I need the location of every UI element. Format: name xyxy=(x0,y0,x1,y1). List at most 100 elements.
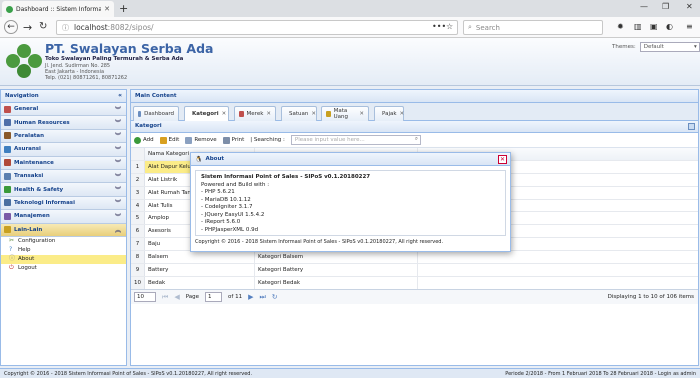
print-icon xyxy=(222,136,230,144)
main-tabs: Dashboard Kategori ✕ Merek ✕ Satuan ✕ Mata Uang… xyxy=(131,103,698,121)
subitem-icon: ⓘ xyxy=(9,255,16,263)
page-actions-icon[interactable]: ••• xyxy=(432,22,446,31)
sidebar-section-maintenance[interactable]: Maintenance ︾ xyxy=(1,156,126,170)
tab-merek[interactable]: Merek ✕ xyxy=(234,106,276,121)
section-label: General xyxy=(14,106,39,113)
refresh-icon[interactable]: ↻ xyxy=(272,293,278,301)
edit-pencil-icon xyxy=(159,136,167,144)
collapse-sidebar-icon[interactable]: « xyxy=(118,92,122,99)
menu-icon[interactable]: ≡ xyxy=(686,22,693,31)
row-number: 3 xyxy=(131,186,145,199)
tab-mata-uang[interactable]: Mata Uang ✕ xyxy=(321,106,369,121)
tab-satuan[interactable]: Satuan ✕ xyxy=(281,106,317,121)
bookmark-star-icon[interactable]: ☆ xyxy=(446,22,453,31)
tab-label: Pajak xyxy=(382,111,397,117)
minimize-icon[interactable]: — xyxy=(640,2,648,11)
close-tab-icon[interactable]: ✕ xyxy=(311,111,316,117)
table-row[interactable]: 10 Bedak Kategori Bedak xyxy=(131,276,698,290)
library-icon[interactable]: ▥ xyxy=(634,22,642,31)
company-name: PT. Swalayan Serba Ada xyxy=(45,41,214,56)
page-number-input[interactable]: 1 xyxy=(205,292,223,302)
section-icon xyxy=(4,186,11,194)
sidebar-subitem-logout[interactable]: ⏻ Logout xyxy=(1,264,126,273)
tab-pajak[interactable]: Pajak ✕ xyxy=(374,106,404,121)
url-bar[interactable]: ⓘ localhost:8082/sipos/ xyxy=(56,20,458,35)
close-tab-icon[interactable]: ✕ xyxy=(266,111,271,117)
grid-search-input[interactable]: Please input value here... xyxy=(290,135,421,145)
subitem-label: Help xyxy=(18,247,31,254)
close-tab-icon[interactable]: ✕ xyxy=(222,111,227,117)
themes-select[interactable]: Default xyxy=(639,42,700,52)
table-row[interactable]: 9 Battery Kategori Battery xyxy=(131,264,698,277)
cell-nama-kategori: Battery xyxy=(145,264,255,276)
maximize-icon[interactable]: ❐ xyxy=(662,2,669,11)
tab-label: Dashboard xyxy=(144,111,174,117)
back-icon[interactable]: ← xyxy=(4,20,18,34)
sidebar-toggle-icon[interactable]: ▣ xyxy=(650,22,658,31)
first-page-icon[interactable]: ⏮ xyxy=(162,293,168,302)
sidebar-section-teknologi-informasi[interactable]: Teknologi Informasi ︾ xyxy=(1,196,126,211)
section-icon xyxy=(4,132,11,140)
sidebar-subitem-configuration[interactable]: ✂ Configuration xyxy=(1,237,126,246)
last-page-icon[interactable]: ⏭ xyxy=(259,293,265,302)
tab-icon xyxy=(239,111,244,117)
sidebar-section-asuransi[interactable]: Asuransi ︾ xyxy=(1,143,126,157)
add-icon xyxy=(134,136,141,144)
expand-chevron-icon: ︾ xyxy=(114,120,121,128)
reload-icon[interactable]: ↻ xyxy=(39,21,47,32)
section-label: Transaksi xyxy=(14,173,44,180)
sidebar-section-general[interactable]: General ︾ xyxy=(1,103,126,117)
sidebar-section-peralatan[interactable]: Peralatan ︾ xyxy=(1,129,126,144)
row-number: 9 xyxy=(131,264,145,276)
prev-page-icon[interactable]: ◀ xyxy=(174,293,179,301)
subitem-label: Logout xyxy=(18,265,37,272)
close-tab-icon[interactable]: ✕ xyxy=(359,111,364,117)
section-label: Peralatan xyxy=(14,132,45,139)
sidebar-subitem-about[interactable]: ⓘ About xyxy=(1,254,126,264)
section-icon xyxy=(4,226,11,234)
tab-label: Merek xyxy=(246,111,264,117)
edit-button[interactable]: Edit xyxy=(159,136,179,144)
about-line: Powered and Build with : xyxy=(201,181,270,188)
forward-icon[interactable]: → xyxy=(23,21,32,34)
app-footer: Copyright © 2016 - 2018 Sistem Informasi… xyxy=(0,368,700,378)
close-tab-icon[interactable]: ✕ xyxy=(104,5,110,13)
tab-label: Mata Uang xyxy=(333,108,348,120)
browser-tab[interactable]: Dashboard :: Sistem Informasi ✕ xyxy=(2,1,114,17)
sidebar-section-human-resources[interactable]: Human Resources ︾ xyxy=(1,116,126,130)
section-icon xyxy=(4,212,11,220)
sidebar-subitem-help[interactable]: ? Help xyxy=(1,246,126,255)
section-label: Lain-Lain xyxy=(14,226,43,233)
subitem-icon: ⏻ xyxy=(9,264,14,272)
browser-search[interactable]: ⌕ Search xyxy=(463,20,603,35)
page-size-select[interactable]: 10 xyxy=(134,292,156,302)
sidebar-section-health-safety[interactable]: Health & Safety ︾ xyxy=(1,183,126,197)
sidebar-section-lain-lain[interactable]: Lain-Lain ︽ xyxy=(1,223,126,237)
section-label: Health & Safety xyxy=(14,186,64,193)
tab-dashboard[interactable]: Dashboard xyxy=(133,106,179,121)
browser-toolbar: ← → ↻ ⓘ localhost:8082/sipos/ ••• ☆ ⌕ Se… xyxy=(0,17,700,38)
navigation-sidebar: Navigation « General ︾ Human Resources ︾ Per… xyxy=(0,89,127,366)
close-window-icon[interactable]: ✕ xyxy=(686,2,693,11)
expand-chevron-icon: ︾ xyxy=(114,160,121,168)
section-label: Human Resources xyxy=(14,119,70,126)
add-button[interactable]: Add xyxy=(134,136,154,144)
settings-gear-icon[interactable]: ✹ xyxy=(617,22,624,31)
sidebar-section-transaksi[interactable]: Transaksi ︾ xyxy=(1,169,126,184)
expand-chevron-icon: ︾ xyxy=(114,187,121,195)
panel-collapse-icon[interactable] xyxy=(688,123,695,130)
remove-button[interactable]: Remove xyxy=(185,136,217,144)
cell-keterangan: Kategori Balsem xyxy=(255,251,418,264)
tab-kategori[interactable]: Kategori ✕ xyxy=(184,106,229,121)
next-page-icon[interactable]: ▶ xyxy=(248,293,253,301)
table-row[interactable]: 8 Balsem Kategori Balsem xyxy=(131,251,698,265)
new-tab-icon[interactable]: + xyxy=(119,2,128,15)
browser-search-placeholder: Search xyxy=(475,23,500,32)
sidebar-section-manajemen[interactable]: Manajemen ︾ xyxy=(1,210,126,224)
print-button[interactable]: Print xyxy=(222,136,244,144)
extension-icon[interactable]: ◐ xyxy=(666,22,673,31)
about-line: - JQuery EasyUI 1.5.4.2 xyxy=(201,211,265,218)
close-dialog-icon[interactable]: ✕ xyxy=(498,155,507,164)
close-tab-icon[interactable]: ✕ xyxy=(400,111,405,117)
browser-tab-title: Dashboard :: Sistem Informasi xyxy=(16,5,102,13)
